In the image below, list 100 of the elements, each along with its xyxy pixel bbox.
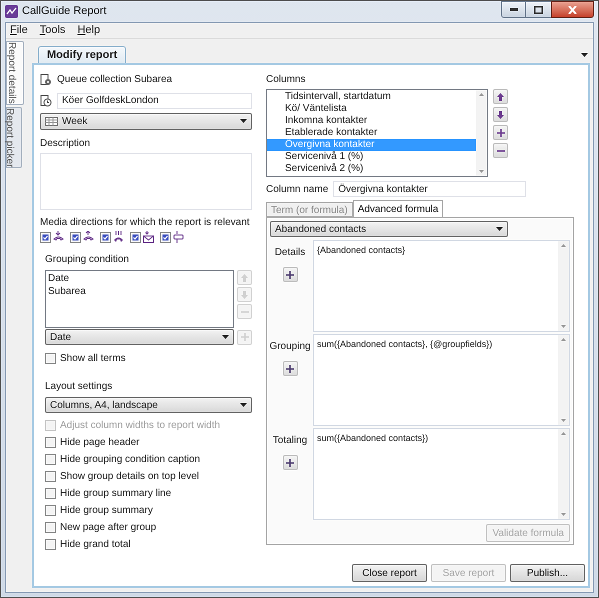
formula-field[interactable]: {Abandoned contacts} bbox=[313, 240, 570, 332]
dropdown-arrow-icon bbox=[222, 335, 229, 339]
checkbox[interactable] bbox=[160, 232, 171, 242]
menu-item[interactable]: File bbox=[10, 22, 28, 39]
checkbox[interactable] bbox=[100, 232, 111, 242]
layout-settings-label: Layout settings bbox=[45, 380, 114, 394]
scrollbar[interactable] bbox=[558, 335, 569, 425]
plus-icon bbox=[286, 364, 294, 372]
column-item[interactable]: Etablerade kontakter bbox=[267, 127, 476, 139]
column-item[interactable]: Servicenivå 2 (%) bbox=[267, 163, 476, 175]
queue-collection-label: Queue collection Subarea bbox=[57, 73, 172, 88]
dropdown-arrow-icon bbox=[240, 119, 247, 124]
section-label: Totaling bbox=[272, 434, 308, 448]
scroll-up-icon[interactable] bbox=[479, 93, 484, 96]
scroll-up-icon[interactable] bbox=[561, 338, 566, 341]
formula-field[interactable]: sum({Abandoned contacts}) bbox=[313, 428, 570, 520]
checkbox[interactable] bbox=[45, 522, 56, 533]
dialog-button[interactable]: Close report bbox=[352, 564, 427, 582]
maximize-button[interactable] bbox=[526, 1, 551, 18]
move-up-button[interactable] bbox=[493, 89, 508, 104]
insert-button[interactable] bbox=[282, 267, 298, 282]
move-down-button[interactable] bbox=[493, 107, 508, 122]
formula-field[interactable]: sum({Abandoned contacts}, {@groupfields}) bbox=[313, 334, 570, 426]
checkbox-label: Hide page header bbox=[60, 436, 140, 450]
side-tab[interactable]: Report details bbox=[6, 41, 24, 105]
section-label: Details bbox=[274, 246, 306, 260]
grouping-item[interactable]: Date bbox=[48, 272, 231, 285]
plus-icon bbox=[496, 128, 504, 136]
minimize-button[interactable] bbox=[501, 1, 526, 18]
down-arrow-icon bbox=[241, 290, 248, 298]
queue-field[interactable]: Köer GolfdeskLondon bbox=[57, 92, 252, 109]
grouping-condition-label: Grouping condition bbox=[45, 253, 130, 267]
window-title: CallGuide Report bbox=[22, 4, 108, 20]
checkbox-label: New page after group bbox=[60, 521, 156, 535]
checkbox[interactable] bbox=[45, 539, 56, 550]
checkbox[interactable] bbox=[45, 505, 56, 516]
checkbox-label: Hide group summary bbox=[60, 504, 153, 518]
up-arrow-icon bbox=[497, 92, 504, 100]
checkbox[interactable] bbox=[45, 353, 56, 364]
formula-tab[interactable]: Advanced formula bbox=[352, 200, 444, 217]
column-name-field[interactable]: Övergivna kontakter bbox=[333, 181, 526, 197]
section-label: Grouping bbox=[269, 340, 311, 354]
column-name-label: Column name bbox=[266, 182, 328, 196]
plus-icon bbox=[240, 333, 248, 341]
side-tab[interactable]: Report picker bbox=[6, 106, 22, 168]
checkbox-label: Show group details on top level bbox=[60, 470, 199, 484]
close-button[interactable] bbox=[551, 1, 594, 18]
scroll-up-icon[interactable] bbox=[561, 432, 566, 435]
add-button[interactable] bbox=[493, 125, 508, 140]
checkbox[interactable] bbox=[45, 454, 56, 465]
down-arrow-icon bbox=[497, 110, 504, 118]
clock-document-icon bbox=[40, 94, 52, 107]
up-arrow-icon bbox=[241, 274, 248, 282]
scroll-down-icon[interactable] bbox=[561, 419, 566, 422]
grouping-item[interactable]: Subarea bbox=[48, 285, 231, 298]
checkbox[interactable] bbox=[45, 437, 56, 448]
column-item[interactable]: Inkomna kontakter bbox=[267, 115, 476, 127]
column-item[interactable]: Kö/ Väntelista bbox=[267, 103, 476, 115]
formula-dropdown[interactable]: Abandoned contacts bbox=[270, 221, 508, 237]
menu-item[interactable]: Help bbox=[77, 22, 100, 39]
phone-arrow-icon bbox=[53, 231, 64, 243]
period-dropdown[interactable]: Week bbox=[40, 112, 252, 130]
grouping-list[interactable]: Date Subarea bbox=[45, 270, 234, 328]
layout-dropdown[interactable]: Columns, A4, landscape bbox=[45, 397, 252, 413]
columns-list[interactable]: Tidsintervall, startdatum Kö/ Väntelista Inkomna kontakter Etablerade kontakter Övergivna kontakter Servicenivå 1 (%) Servicenivå 2 (%) bbox=[266, 89, 488, 177]
scrollbar[interactable] bbox=[558, 241, 569, 331]
column-item[interactable]: Tidsintervall, startdatum bbox=[267, 91, 476, 103]
scroll-down-icon[interactable] bbox=[479, 170, 484, 173]
grouping-dropdown[interactable]: Date bbox=[45, 329, 234, 345]
plus-icon bbox=[286, 270, 294, 278]
app-logo-icon bbox=[5, 5, 18, 18]
remove-button[interactable] bbox=[493, 143, 508, 158]
column-item[interactable]: Servicenivå 1 (%) bbox=[267, 151, 476, 163]
description-label: Description bbox=[40, 136, 92, 151]
checkbox[interactable] bbox=[130, 232, 141, 242]
insert-button[interactable] bbox=[282, 455, 298, 470]
phone-arrow-icon bbox=[83, 231, 94, 243]
checkbox-label: Hide grand total bbox=[60, 538, 131, 552]
checkbox[interactable] bbox=[40, 232, 51, 242]
envelope-icon bbox=[143, 231, 154, 243]
dropdown-arrow-icon bbox=[240, 403, 247, 407]
insert-button[interactable] bbox=[282, 361, 298, 376]
checkbox[interactable] bbox=[70, 232, 81, 242]
description-field[interactable] bbox=[40, 152, 252, 210]
close-icon bbox=[568, 6, 577, 14]
scroll-up-icon[interactable] bbox=[561, 244, 566, 247]
dialog-button[interactable]: Publish... bbox=[510, 564, 585, 582]
checkbox[interactable] bbox=[45, 488, 56, 499]
calendar-icon bbox=[45, 116, 58, 126]
scroll-down-icon[interactable] bbox=[561, 513, 566, 516]
report-tab[interactable]: Modify report bbox=[38, 46, 126, 63]
menu-item[interactable]: Tools bbox=[40, 22, 66, 39]
checkbox-label: Hide grouping condition caption bbox=[60, 453, 200, 467]
checkbox[interactable] bbox=[45, 471, 56, 482]
columns-label: Columns bbox=[266, 73, 306, 87]
scroll-down-icon[interactable] bbox=[561, 325, 566, 328]
maximize-icon bbox=[534, 6, 543, 14]
scrollbar[interactable] bbox=[558, 429, 569, 519]
scrollbar[interactable] bbox=[476, 90, 487, 176]
plus-icon bbox=[286, 458, 294, 466]
